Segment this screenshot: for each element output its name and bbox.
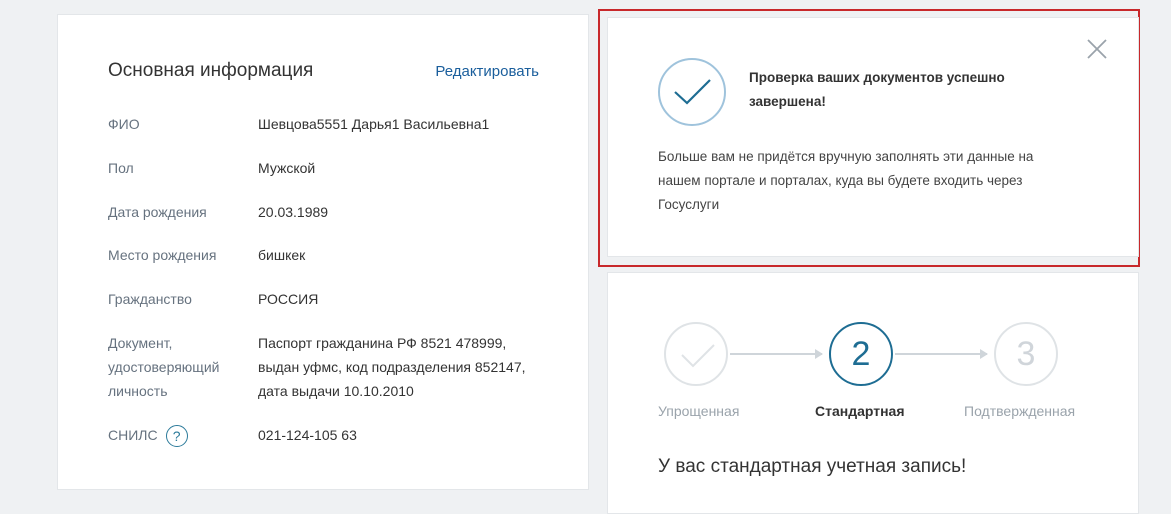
info-row-label: СНИЛС?	[108, 423, 248, 448]
alert-text: Больше вам не придётся вручную заполнять…	[658, 149, 1034, 212]
step-2-circle: 2	[829, 322, 893, 386]
step-arrow	[730, 349, 823, 359]
account-status-card: 2 3 Упрощенная Стандартная Подтвержденна…	[607, 272, 1139, 514]
info-row-label: Гражданство	[108, 291, 192, 307]
info-row-label: Документ, удостоверяющий личность	[108, 335, 220, 399]
verification-success-alert: Проверка ваших документов успешно заверш…	[607, 17, 1139, 257]
step-3-circle: 3	[994, 322, 1058, 386]
info-row-value: Паспорт гражданина РФ 8521 478999, выдан…	[258, 335, 526, 399]
basic-info-card: Основная информация Редактировать ФИО Ше…	[57, 14, 589, 490]
info-row-label: ФИО	[108, 116, 140, 132]
check-icon	[658, 58, 726, 126]
info-row-value: бишкек	[258, 247, 306, 263]
step-1-check-icon	[664, 322, 728, 386]
info-row-value: 021-124-105 63	[258, 427, 357, 443]
alert-title: Проверка ваших документов успешно заверш…	[749, 70, 1005, 109]
snils-label-text: СНИЛС	[108, 427, 158, 443]
edit-link[interactable]: Редактировать	[435, 63, 539, 80]
basic-info-title: Основная информация	[108, 60, 314, 81]
step-arrow	[895, 349, 988, 359]
info-row-value: 20.03.1989	[258, 204, 329, 220]
step-2-label: Стандартная	[815, 403, 905, 419]
step-3-label: Подтвержденная	[964, 403, 1076, 419]
close-icon[interactable]	[1086, 38, 1108, 60]
account-status-heading: У вас стандартная учетная запись!	[658, 456, 967, 477]
step-1-label: Упрощенная	[658, 403, 740, 419]
question-icon[interactable]: ?	[165, 425, 188, 448]
info-row-label: Дата рождения	[108, 204, 207, 220]
info-row-label: Место рождения	[108, 247, 217, 263]
info-row-label: Пол	[108, 160, 134, 176]
info-row-value: Шевцова5551 Дарья1 Васильевна1	[258, 116, 490, 132]
info-row-value: РОССИЯ	[258, 291, 319, 307]
info-row-value: Мужской	[258, 160, 316, 176]
